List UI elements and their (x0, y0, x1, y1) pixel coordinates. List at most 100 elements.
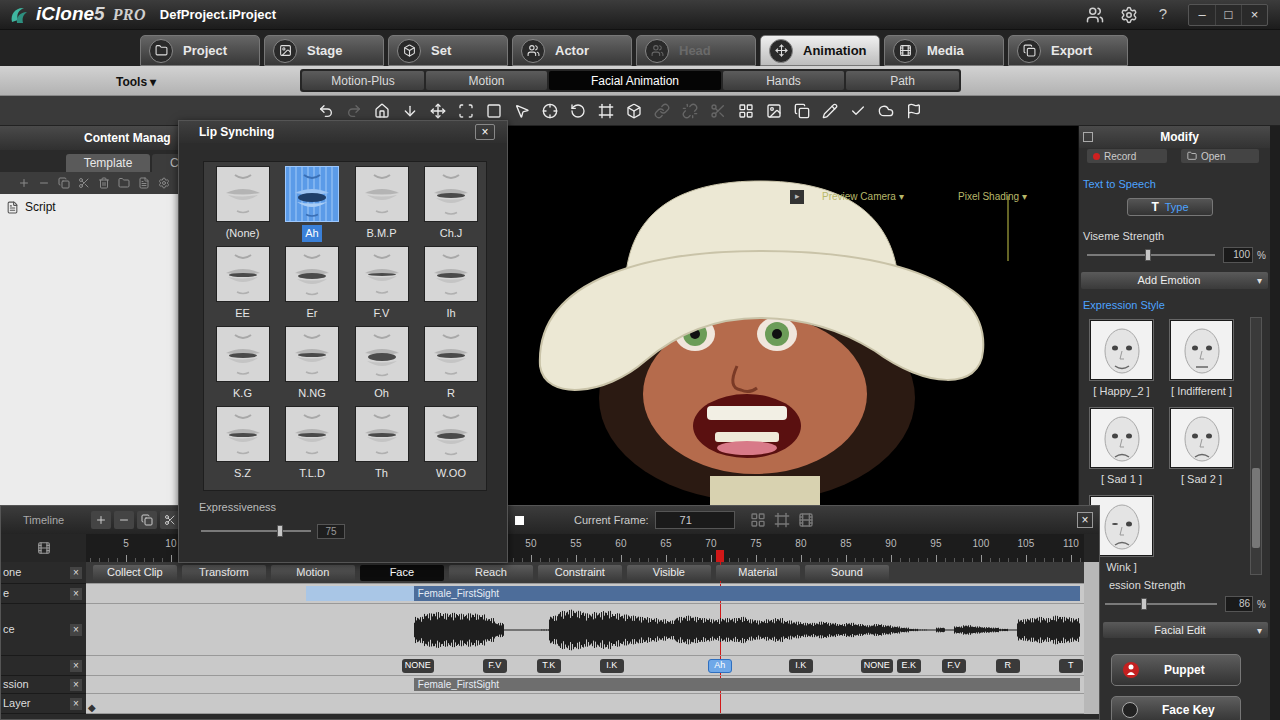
users-icon[interactable] (1086, 6, 1104, 24)
viseme-item[interactable]: S.Z (208, 406, 277, 486)
copy-icon[interactable] (58, 177, 70, 189)
viseme-key[interactable]: F.V (942, 659, 966, 673)
viseme-item[interactable]: N.NG (278, 326, 347, 406)
track-button[interactable]: Motion (271, 565, 355, 581)
viseme-key[interactable]: NONE (402, 659, 434, 673)
viseme-key[interactable]: I.K (600, 659, 624, 673)
frame-icon[interactable] (774, 512, 790, 528)
expression-card[interactable]: [ Happy_2 ] (1089, 319, 1154, 397)
file-icon[interactable] (138, 177, 150, 189)
toolbar-button[interactable] (788, 99, 816, 123)
main-tab[interactable]: Export (1008, 35, 1128, 66)
sub-tab[interactable]: Hands (723, 71, 844, 90)
collapse-icon[interactable] (1083, 132, 1093, 142)
expression-card[interactable]: [ Sad 2 ] (1169, 407, 1234, 485)
toolbar-button[interactable] (508, 99, 536, 123)
track-button[interactable]: Transform (182, 565, 266, 581)
toolbar-button[interactable] (452, 99, 480, 123)
viseme-item[interactable]: (None) (208, 166, 277, 246)
viseme-item[interactable]: Er (278, 246, 347, 326)
main-tab[interactable]: Stage (264, 35, 384, 66)
main-tab[interactable]: Project (140, 35, 260, 66)
sub-tab[interactable]: Motion (426, 71, 547, 90)
toolbar-button[interactable] (648, 99, 676, 123)
toolbar-button[interactable] (424, 99, 452, 123)
track-button[interactable]: Collect Clip (93, 565, 177, 581)
expression-card[interactable]: [ Indifferent ] (1169, 319, 1234, 397)
cut-icon[interactable] (78, 177, 90, 189)
toolbar-button[interactable] (480, 99, 508, 123)
main-tab[interactable]: Actor (512, 35, 632, 66)
track-close[interactable]: × (70, 679, 82, 691)
track-button[interactable]: Visible (627, 565, 711, 581)
viseme-key[interactable]: Ah (708, 659, 732, 673)
track-button[interactable]: Material (716, 565, 800, 581)
track-button[interactable]: Face (360, 565, 444, 581)
clip-bar[interactable]: Female_FirstSight (414, 586, 1080, 601)
puppet-button[interactable]: Puppet (1111, 654, 1241, 686)
panel-tab[interactable]: Template (66, 154, 150, 172)
slider-thumb[interactable] (1145, 249, 1151, 261)
toolbar-button[interactable] (312, 99, 340, 123)
viseme-key[interactable]: T (1059, 659, 1083, 673)
remove-icon[interactable] (38, 177, 50, 189)
viseme-key[interactable]: T.K (537, 659, 561, 673)
slider-thumb[interactable] (277, 525, 283, 537)
help-button[interactable]: ? (1154, 3, 1172, 26)
viseme-item[interactable]: K.G (208, 326, 277, 406)
viseme-item[interactable]: B.M.P (347, 166, 416, 246)
facial-edit-dropdown[interactable]: Facial Edit▾ (1103, 622, 1268, 638)
face-key-button[interactable]: Face Key (1111, 696, 1241, 720)
main-tab[interactable]: Set (388, 35, 508, 66)
viseme-item[interactable]: Ah (278, 166, 347, 246)
slider[interactable] (1105, 598, 1217, 610)
type-button[interactable]: TType (1127, 198, 1213, 216)
folder-icon[interactable] (118, 177, 130, 189)
toolbar-button[interactable] (676, 99, 704, 123)
track-area[interactable] (86, 604, 1084, 656)
expressiveness-value[interactable]: 75 (317, 524, 345, 539)
slider-thumb[interactable] (1141, 598, 1147, 610)
sub-tab[interactable]: Path (846, 71, 959, 90)
viseme-item[interactable]: Oh (347, 326, 416, 406)
timeline-tool[interactable] (114, 511, 134, 529)
clip-bar[interactable]: Female_FirstSight (414, 678, 1080, 691)
expression-strength-value[interactable]: 86 (1225, 596, 1253, 612)
toolbar-button[interactable] (844, 99, 872, 123)
viseme-strength-value[interactable]: 100 (1223, 247, 1253, 263)
open-button[interactable]: Open (1181, 149, 1259, 163)
toolbar-button[interactable] (816, 99, 844, 123)
viseme-key[interactable]: E.K (897, 659, 921, 673)
timeline-close[interactable]: × (1077, 512, 1093, 528)
track-area[interactable]: Female_FirstSight (86, 584, 1084, 604)
track-close[interactable]: × (70, 588, 82, 600)
viseme-key[interactable]: I.K (789, 659, 813, 673)
toolbar-button[interactable] (760, 99, 788, 123)
track-area[interactable]: Collect ClipTransformMotionFaceReachCons… (86, 562, 1084, 584)
track-button[interactable]: Sound (805, 565, 889, 581)
expression-card[interactable]: [ Sad 1 ] (1089, 407, 1154, 485)
track-close[interactable]: × (70, 698, 82, 710)
camera-dropdown[interactable]: Preview Camera ▾ (822, 189, 942, 204)
add-icon[interactable] (18, 177, 30, 189)
track-close[interactable]: × (70, 567, 82, 579)
record-button[interactable]: Record (1087, 149, 1167, 163)
viseme-key[interactable]: F.V (483, 659, 507, 673)
track-button[interactable]: Reach (449, 565, 533, 581)
film-icon[interactable] (798, 512, 814, 528)
timeline-tool[interactable] (91, 511, 111, 529)
toolbar-button[interactable] (536, 99, 564, 123)
layer-marker[interactable]: ◆ (86, 702, 96, 713)
sub-tab[interactable]: Motion-Plus (302, 71, 424, 90)
toolbar-button[interactable] (592, 99, 620, 123)
current-frame-field[interactable]: 71 (655, 511, 735, 529)
timeline-tool[interactable] (160, 511, 180, 529)
toolbar-button[interactable] (704, 99, 732, 123)
track-area[interactable]: Female_FirstSight (86, 676, 1084, 694)
settings-icon[interactable] (1120, 6, 1138, 24)
viseme-item[interactable]: T.L.D (278, 406, 347, 486)
track-area[interactable]: NONEF.VT.KI.KAhI.KNONEE.KF.VRT (86, 656, 1084, 676)
expression-scrollbar[interactable] (1250, 317, 1262, 575)
viseme-item[interactable]: EE (208, 246, 277, 326)
main-tab[interactable]: Media (884, 35, 1004, 66)
